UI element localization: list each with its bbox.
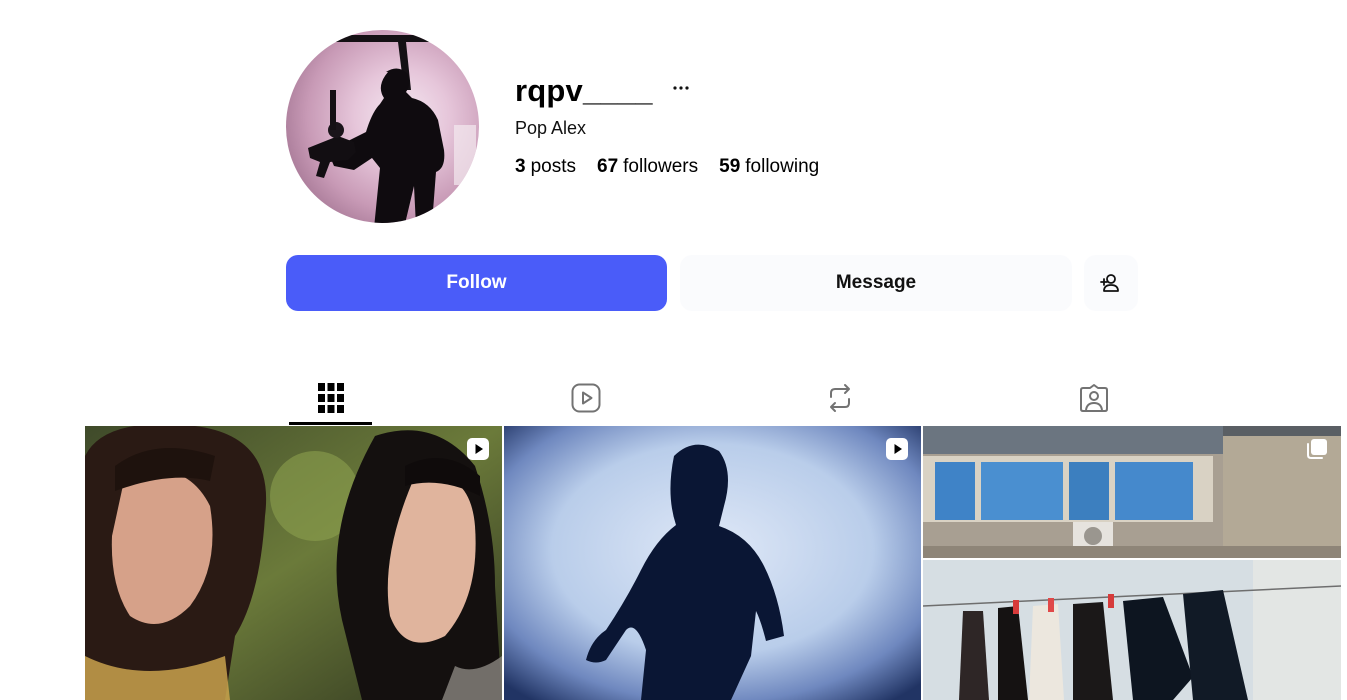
grid-icon <box>317 383 344 413</box>
username: rqpv____ <box>515 73 653 108</box>
follow-button[interactable]: Follow <box>286 255 667 311</box>
stat-following-label: following <box>745 156 820 177</box>
stat-followers[interactable]: 67 followers <box>597 156 698 178</box>
display-name: Pop Alex <box>515 118 587 138</box>
post-tile[interactable] <box>504 426 921 700</box>
post-tile[interactable] <box>85 426 502 700</box>
profile-avatar[interactable] <box>286 30 479 223</box>
tagged-icon <box>1079 384 1108 412</box>
avatar-silhouette-image <box>308 35 476 223</box>
post-image <box>504 426 921 700</box>
stat-posts-count: 3 <box>515 156 526 177</box>
post-tile[interactable] <box>923 426 1341 700</box>
tab-reposts[interactable] <box>798 372 881 424</box>
carousel-badge-icon <box>1307 439 1327 459</box>
person-add-icon <box>1100 274 1119 292</box>
stat-followers-count: 67 <box>597 156 619 177</box>
video-badge <box>885 437 909 461</box>
repost-icon <box>829 384 850 412</box>
video-badge <box>466 437 490 461</box>
post-image <box>85 426 502 700</box>
reels-icon <box>571 383 600 413</box>
posts-grid <box>85 426 1341 700</box>
message-button[interactable]: Message <box>680 255 1072 311</box>
post-image <box>923 426 1341 700</box>
profile-stats: 3 posts 67 followers 59 following <box>515 156 819 178</box>
username-row: rqpv____ <box>515 72 695 110</box>
tab-reels[interactable] <box>544 372 627 424</box>
stat-posts-label: posts <box>530 156 576 177</box>
video-badge-icon <box>886 438 908 460</box>
stat-following-count: 59 <box>719 156 741 177</box>
carousel-badge <box>1305 437 1329 461</box>
tab-tagged[interactable] <box>1052 372 1135 424</box>
video-badge-icon <box>467 438 489 460</box>
stat-posts[interactable]: 3 posts <box>515 156 576 178</box>
suggested-users-button[interactable] <box>1084 255 1138 311</box>
profile-page: rqpv____ Pop Alex 3 posts 67 followers 59 f… <box>0 0 1347 700</box>
more-options-button[interactable] <box>667 74 695 102</box>
more-horizontal-icon <box>673 86 689 90</box>
stat-followers-label: followers <box>623 156 699 177</box>
tab-posts[interactable] <box>289 372 372 425</box>
stat-following[interactable]: 59 following <box>719 156 819 178</box>
